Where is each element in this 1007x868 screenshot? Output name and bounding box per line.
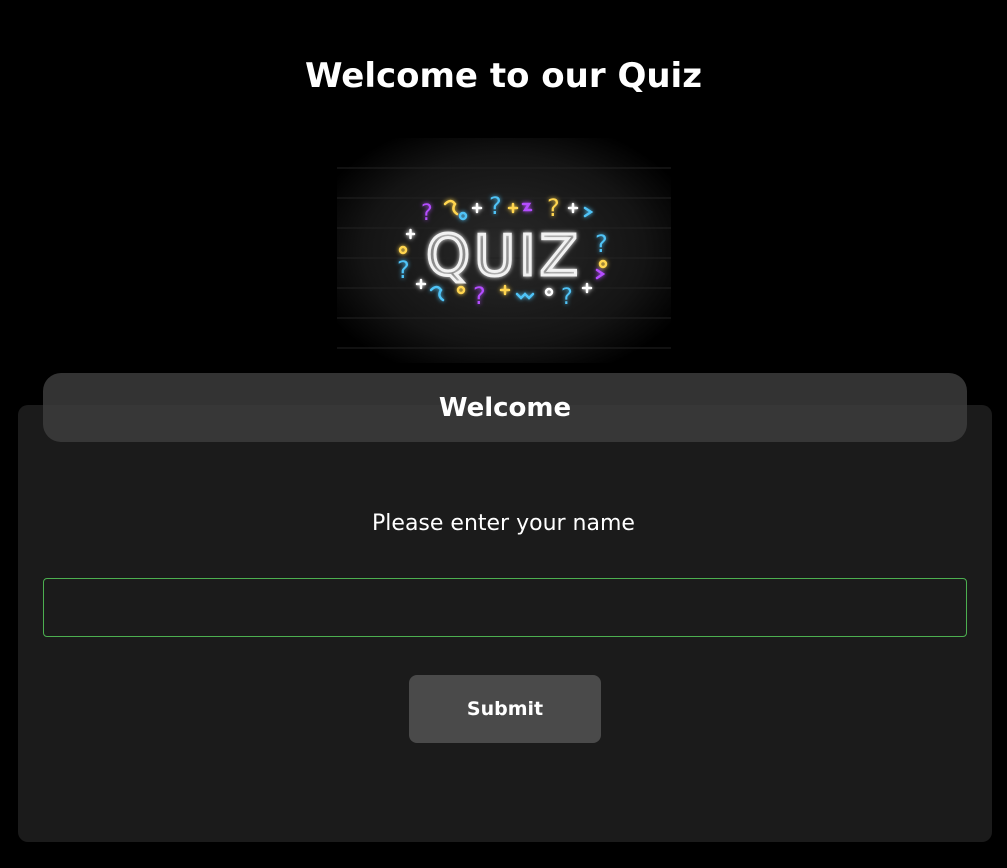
svg-text:?: ? [489,192,502,220]
quiz-page: Welcome to our Quiz QUIZ ? ? ? ? ? ? ? W… [0,0,1007,868]
svg-text:?: ? [397,256,410,284]
quiz-banner-image: QUIZ ? ? ? ? ? ? ? [337,138,671,363]
submit-button[interactable]: Submit [409,675,601,743]
name-prompt-label: Please enter your name [372,511,635,536]
svg-text:?: ? [561,285,573,310]
svg-text:?: ? [547,194,560,222]
quiz-neon-text: QUIZ [426,224,582,289]
card-title: Welcome [438,392,572,423]
svg-text:?: ? [595,230,608,258]
page-title: Welcome to our Quiz [304,56,702,96]
name-input[interactable] [43,578,967,637]
svg-text:?: ? [421,201,433,226]
card-header: Welcome [43,373,967,442]
svg-text:?: ? [473,282,486,310]
